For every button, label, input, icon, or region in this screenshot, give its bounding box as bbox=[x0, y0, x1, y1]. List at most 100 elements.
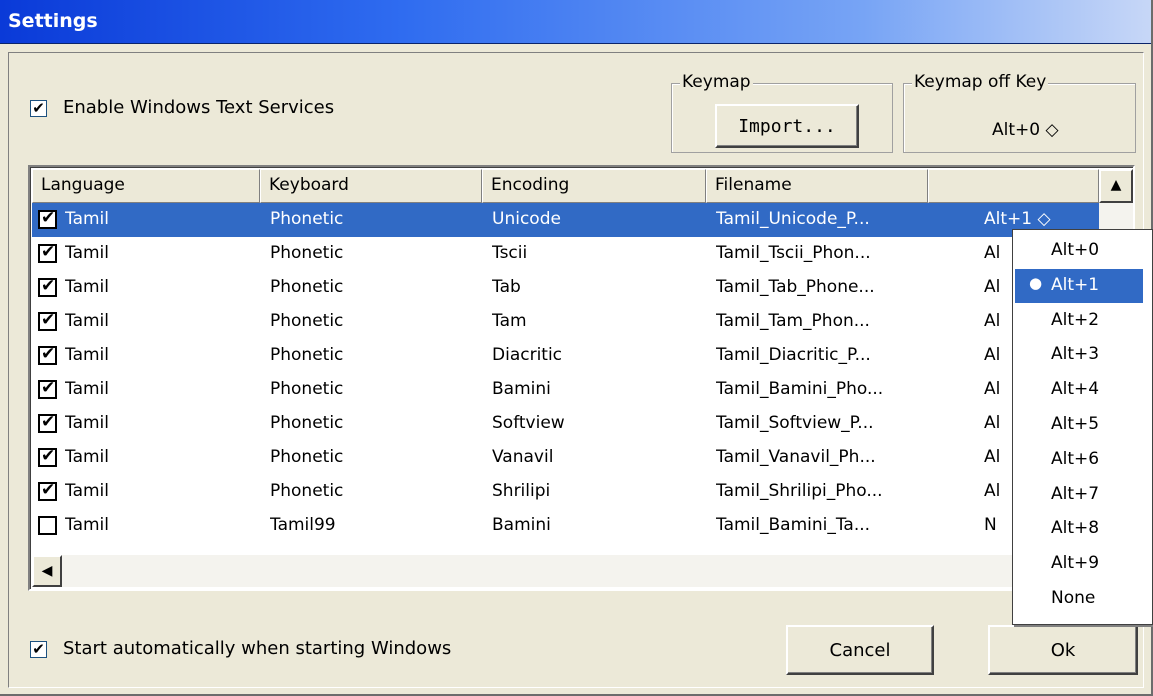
cell-encoding: Tab bbox=[492, 277, 521, 297]
cell-filename: Tamil_Tab_Phone... bbox=[716, 277, 875, 297]
dropdown-option-label: None bbox=[1051, 588, 1096, 608]
row-enabled-checkbox[interactable]: ✔ bbox=[38, 378, 57, 399]
cell-keyboard: Phonetic bbox=[270, 311, 344, 331]
cell-language: Tamil bbox=[65, 413, 109, 433]
row-enabled-checkbox[interactable]: ✔ bbox=[38, 276, 57, 297]
ok-button[interactable]: Ok bbox=[988, 625, 1138, 675]
table-row[interactable]: ✔ Tamil Phonetic Shrilipi Tamil_Shrilipi_Pho… bbox=[32, 475, 1099, 509]
table-row[interactable]: ✔ Tamil Phonetic Unicode Tamil_Unicode_P... A… bbox=[32, 203, 1099, 237]
title-bar[interactable]: Settings bbox=[0, 0, 1151, 44]
check-icon: ✔ bbox=[41, 344, 56, 364]
row-enabled-checkbox[interactable]: ✔ bbox=[38, 480, 57, 501]
cell-language: Tamil bbox=[65, 345, 109, 365]
check-icon: ✔ bbox=[41, 310, 56, 330]
table-row[interactable]: Tamil Tamil99 Bamini Tamil_Bamini_Ta... N bbox=[32, 509, 1099, 543]
cell-language: Tamil bbox=[65, 243, 109, 263]
row-enabled-checkbox[interactable]: ✔ bbox=[38, 344, 57, 365]
cell-filename: Tamil_Vanavil_Ph... bbox=[716, 447, 876, 467]
dropdown-option-label: Alt+6 bbox=[1051, 448, 1100, 469]
keymap-off-key-group: Keymap off Key Alt+0 ◇ bbox=[903, 72, 1136, 153]
table-row[interactable]: ✔ Tamil Phonetic Tscii Tamil_Tscii_Phon... Al bbox=[32, 237, 1099, 271]
column-header-language[interactable]: Language bbox=[32, 169, 260, 203]
dropdown-option[interactable]: ● Alt+1 bbox=[1015, 268, 1143, 303]
cell-encoding: Bamini bbox=[492, 379, 551, 399]
window-title: Settings bbox=[8, 10, 98, 32]
import-button[interactable]: Import... bbox=[715, 104, 859, 148]
cell-encoding: Bamini bbox=[492, 515, 551, 535]
cell-keyboard: Phonetic bbox=[270, 345, 344, 365]
check-icon: ✔ bbox=[41, 480, 56, 500]
dropdown-option[interactable]: Alt+0 bbox=[1015, 234, 1143, 268]
check-icon: ✔ bbox=[41, 412, 56, 432]
start-automatically-checkbox[interactable]: ✔ bbox=[30, 641, 47, 658]
cell-encoding: Tscii bbox=[492, 243, 528, 263]
dropdown-option-label: Alt+5 bbox=[1051, 414, 1100, 434]
row-enabled-checkbox[interactable]: ✔ bbox=[38, 446, 57, 467]
cell-keyboard: Phonetic bbox=[270, 209, 344, 229]
dropdown-option[interactable]: Alt+9 bbox=[1015, 547, 1143, 581]
enable-text-services-checkbox[interactable]: ✔ bbox=[30, 100, 47, 117]
dropdown-option[interactable]: None bbox=[1015, 582, 1143, 616]
dropdown-option-label: Alt+0 bbox=[1051, 240, 1100, 260]
cell-encoding: Vanavil bbox=[492, 447, 554, 467]
row-enabled-checkbox[interactable]: ✔ bbox=[38, 310, 57, 331]
cell-language: Tamil bbox=[65, 209, 109, 229]
cell-language: Tamil bbox=[65, 481, 109, 501]
dropdown-option[interactable]: Alt+6 bbox=[1015, 443, 1143, 477]
dropdown-option[interactable]: Alt+2 bbox=[1015, 304, 1143, 338]
cell-filename: Tamil_Tam_Phon... bbox=[716, 311, 870, 331]
cell-language: Tamil bbox=[65, 379, 109, 399]
row-enabled-checkbox[interactable]: ✔ bbox=[38, 242, 57, 263]
selected-dot-icon: ● bbox=[1029, 273, 1043, 292]
cell-language: Tamil bbox=[65, 277, 109, 297]
column-header-encoding[interactable]: Encoding bbox=[482, 169, 706, 203]
cell-filename: Tamil_Bamini_Ta... bbox=[716, 515, 871, 535]
arrow-left-icon: ◀ bbox=[41, 563, 53, 579]
dropdown-option-label: Alt+3 bbox=[1051, 344, 1100, 365]
dropdown-option-label: Alt+4 bbox=[1051, 379, 1100, 400]
cell-language: Tamil bbox=[65, 447, 109, 467]
scroll-up-button[interactable]: ▲ bbox=[1099, 169, 1133, 203]
table-row[interactable]: ✔ Tamil Phonetic Vanavil Tamil_Vanavil_Ph...… bbox=[32, 441, 1099, 475]
horizontal-scrollbar[interactable]: ◀ bbox=[32, 555, 1099, 587]
start-automatically-label: Start automatically when starting Window… bbox=[63, 638, 452, 659]
row-enabled-checkbox[interactable]: ✔ bbox=[38, 208, 57, 229]
keymap-off-key-value[interactable]: Alt+0 ◇ bbox=[992, 120, 1059, 140]
check-icon: ✔ bbox=[41, 276, 56, 296]
cell-encoding: Unicode bbox=[492, 209, 561, 229]
dropdown-option[interactable]: Alt+7 bbox=[1015, 478, 1143, 512]
dropdown-option[interactable]: Alt+3 bbox=[1015, 338, 1143, 372]
table-row[interactable]: ✔ Tamil Phonetic Bamini Tamil_Bamini_Pho... A… bbox=[32, 373, 1099, 407]
dropdown-option[interactable]: Alt+4 bbox=[1015, 373, 1143, 407]
check-icon: ✔ bbox=[41, 446, 56, 466]
scroll-left-button[interactable]: ◀ bbox=[32, 555, 62, 587]
list-header: Language Keyboard Encoding Filename bbox=[32, 169, 1099, 203]
cell-key: Alt+1 ◇ bbox=[984, 209, 1051, 229]
column-header-hotkey[interactable] bbox=[928, 169, 1099, 203]
column-header-filename[interactable]: Filename bbox=[706, 169, 928, 203]
column-header-keyboard[interactable]: Keyboard bbox=[260, 169, 482, 203]
dropdown-option-label: Alt+2 bbox=[1051, 309, 1100, 330]
row-enabled-checkbox[interactable]: ✔ bbox=[38, 412, 57, 433]
cancel-button[interactable]: Cancel bbox=[786, 625, 934, 675]
cell-keyboard: Phonetic bbox=[270, 277, 344, 297]
table-row[interactable]: ✔ Tamil Phonetic Softview Tamil_Softview_P..… bbox=[32, 407, 1099, 441]
cell-language: Tamil bbox=[65, 515, 109, 535]
check-icon: ✔ bbox=[41, 378, 56, 398]
check-icon: ✔ bbox=[32, 99, 45, 117]
table-row[interactable]: ✔ Tamil Phonetic Tab Tamil_Tab_Phone... Al bbox=[32, 271, 1099, 305]
keymap-group-legend: Keymap bbox=[680, 72, 753, 92]
cell-encoding: Diacritic bbox=[492, 345, 563, 365]
dropdown-option-label: Alt+1 bbox=[1051, 274, 1100, 295]
cell-keyboard: Phonetic bbox=[270, 413, 344, 433]
language-list[interactable]: Language Keyboard Encoding Filename ✔ Tam… bbox=[28, 165, 1135, 591]
cell-filename: Tamil_Diacritic_P... bbox=[716, 345, 871, 365]
row-enabled-checkbox[interactable] bbox=[38, 516, 57, 535]
enable-text-services-label: Enable Windows Text Services bbox=[63, 97, 335, 118]
table-row[interactable]: ✔ Tamil Phonetic Diacritic Tamil_Diacritic_P… bbox=[32, 339, 1099, 373]
hotkey-dropdown-list[interactable]: Alt+0 ● Alt+1 Alt+2 Alt+3 Alt+4 Alt+5 Alt+6 Alt+… bbox=[1012, 229, 1153, 625]
dropdown-option[interactable]: Alt+5 bbox=[1015, 408, 1143, 442]
dropdown-option[interactable]: Alt+8 bbox=[1015, 512, 1143, 546]
table-row[interactable]: ✔ Tamil Phonetic Tam Tamil_Tam_Phon... Al bbox=[32, 305, 1099, 339]
cell-keyboard: Phonetic bbox=[270, 481, 344, 501]
